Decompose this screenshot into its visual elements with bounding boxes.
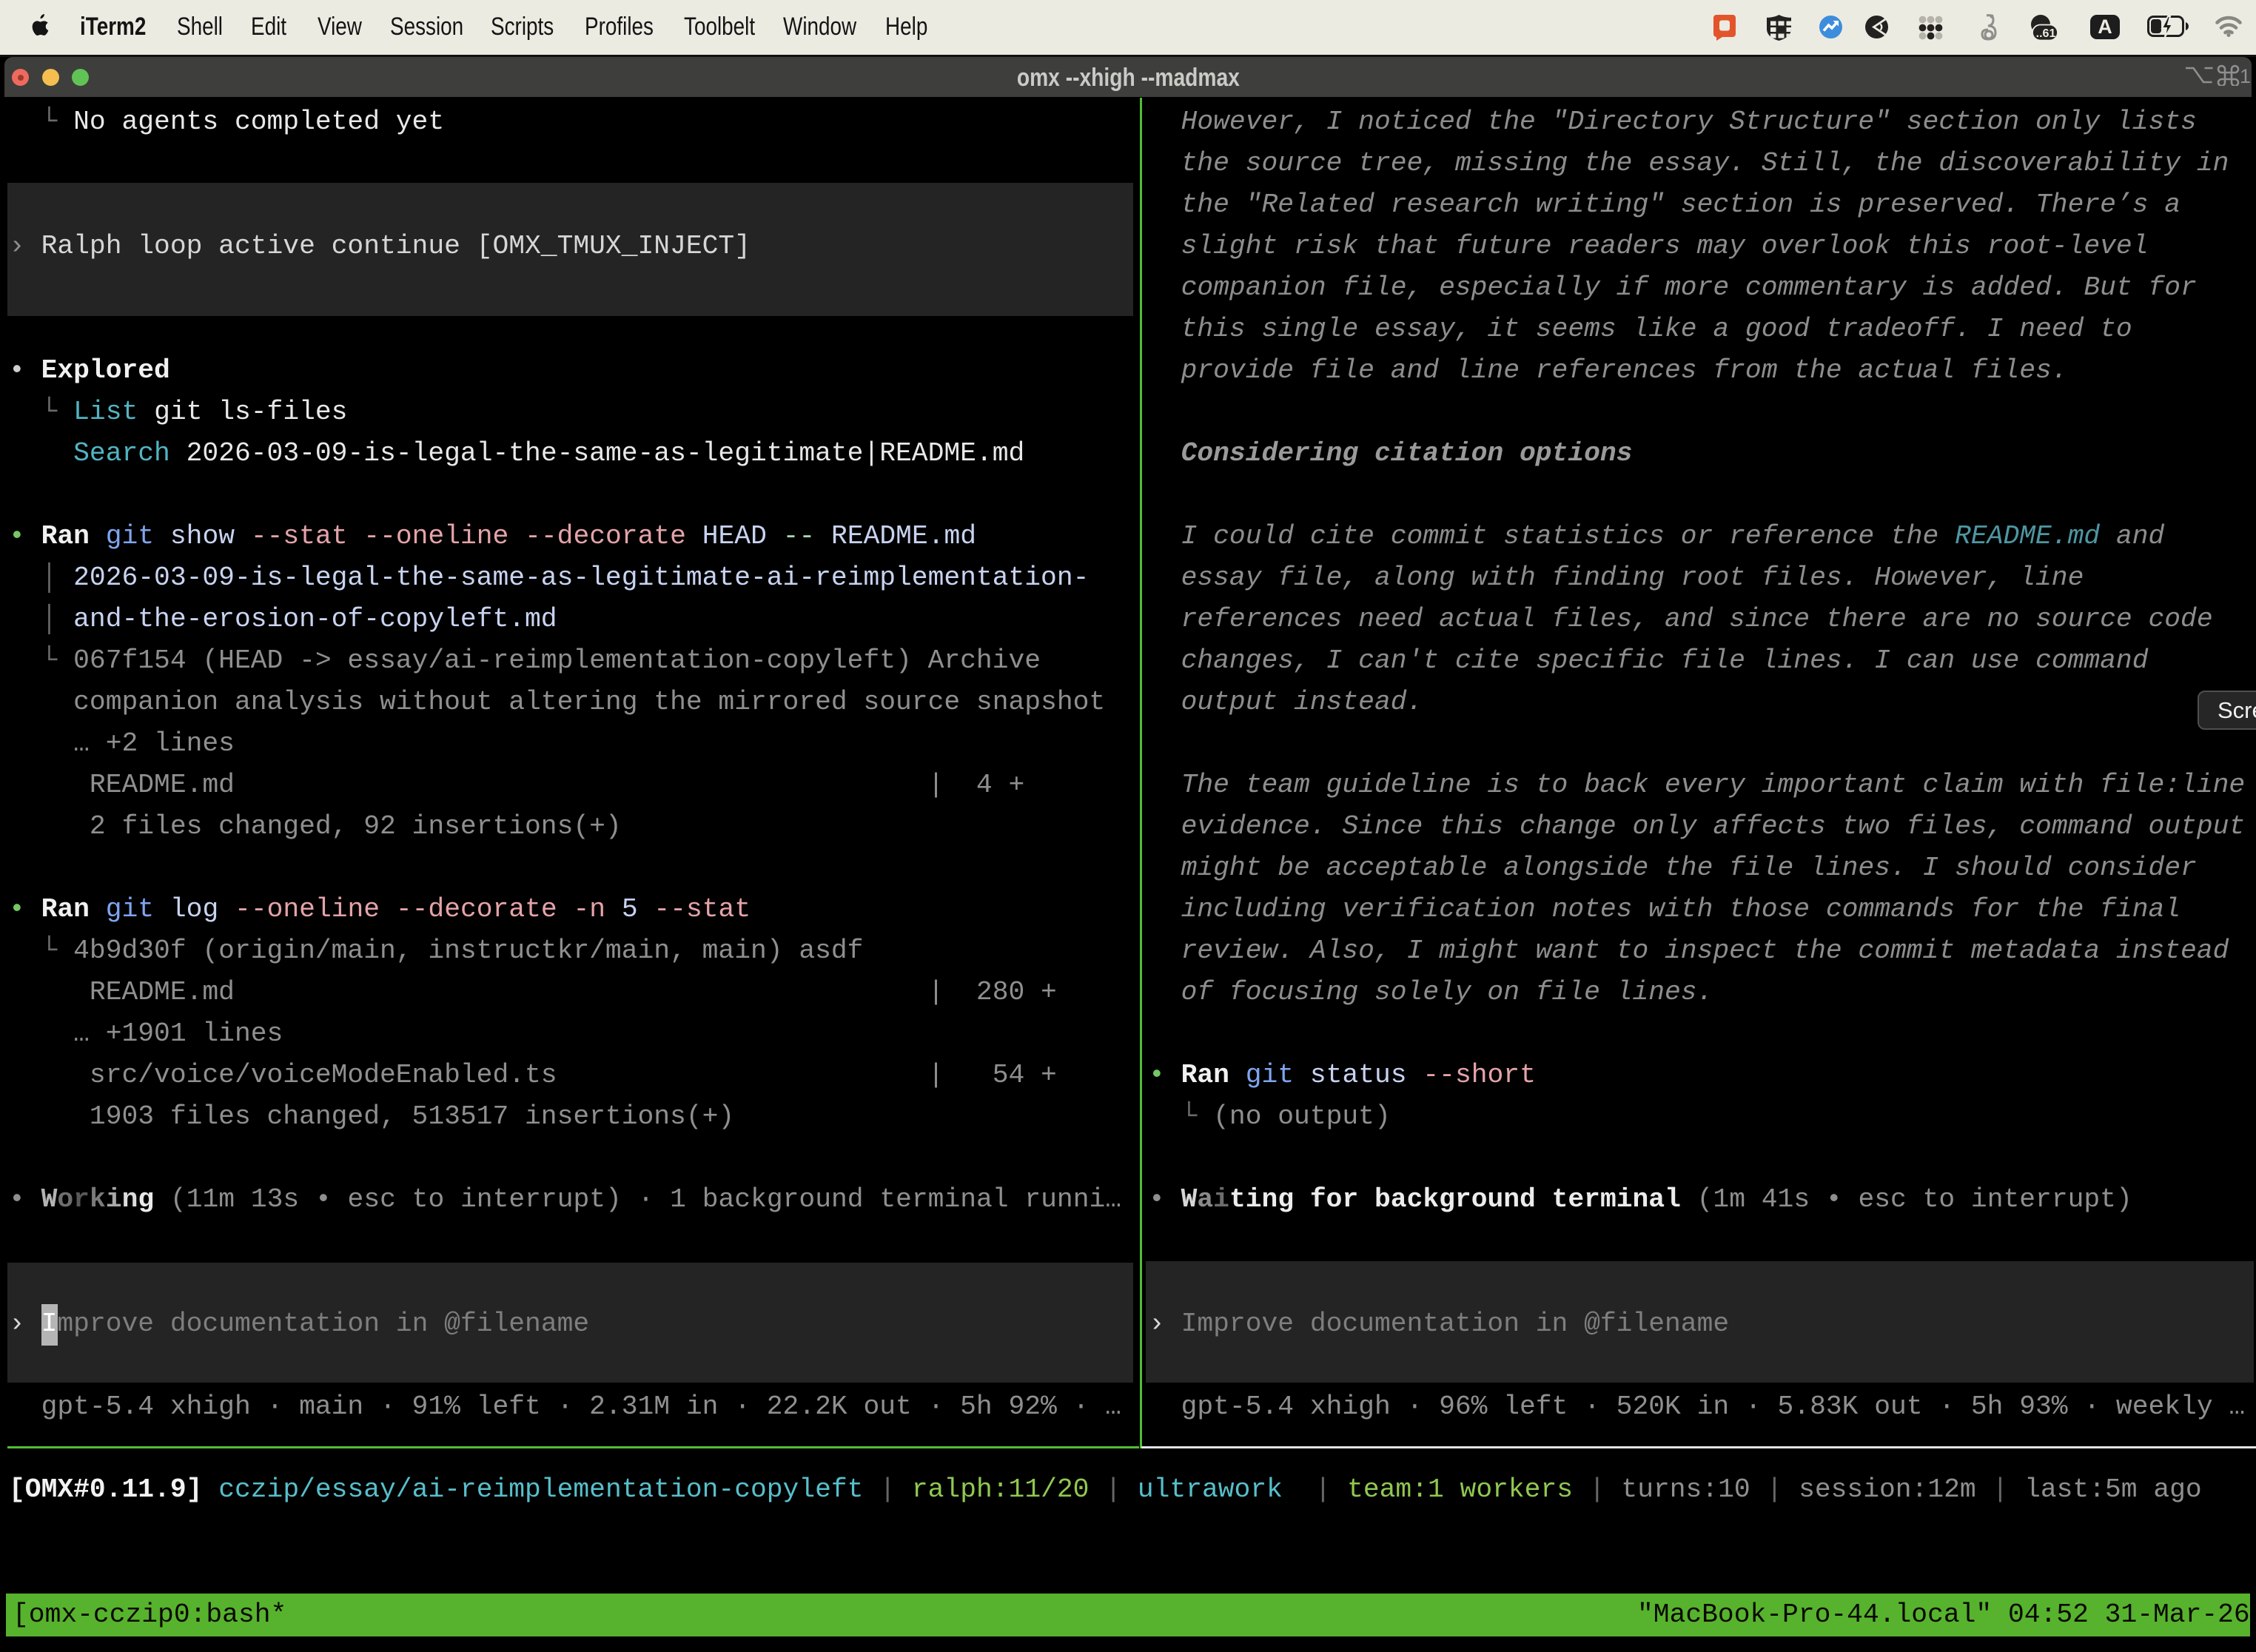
- svg-text:..61: ..61: [2036, 27, 2056, 40]
- svg-text:1: 1: [2240, 65, 2250, 86]
